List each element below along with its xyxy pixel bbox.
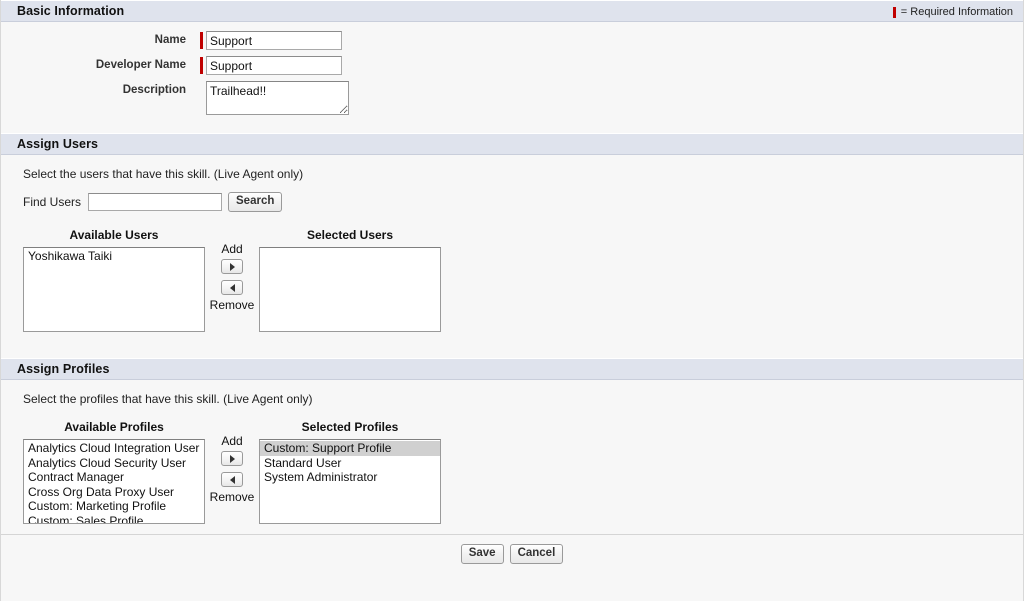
selected-profiles-column: Selected Profiles Custom: Support Profil…	[259, 420, 441, 524]
required-marker-icon-developer-name	[200, 57, 203, 74]
find-users-row: Find Users Search	[23, 192, 1023, 212]
find-users-label: Find Users	[23, 195, 82, 209]
list-option[interactable]: Yoshikawa Taiki	[24, 249, 204, 264]
name-input[interactable]	[206, 31, 342, 50]
available-users-column: Available Users Yoshikawa Taiki	[23, 228, 205, 332]
section-title-basic-information: Basic Information	[17, 4, 125, 18]
selected-users-title: Selected Users	[306, 228, 394, 242]
developer-name-input[interactable]	[206, 56, 342, 75]
save-button[interactable]: Save	[460, 544, 504, 564]
assign-profiles-hint: Select the profiles that have this skill…	[23, 392, 313, 406]
section-title-assign-profiles: Assign Profiles	[17, 362, 110, 376]
arrow-left-icon	[229, 283, 235, 292]
arrow-right-icon	[229, 262, 235, 271]
profiles-dual-listbox: Available Profiles Analytics Cloud Integ…	[23, 420, 1023, 524]
available-users-title: Available Users	[69, 228, 159, 242]
form-footer: Save Cancel	[1, 534, 1023, 573]
selected-profiles-listbox[interactable]: Custom: Support Profile Standard User Syst…	[259, 439, 441, 524]
add-users-button[interactable]	[221, 259, 243, 274]
form-row-name: Name	[1, 31, 1023, 50]
field-wrap-developer-name	[200, 56, 342, 75]
section-title-assign-users: Assign Users	[17, 137, 99, 151]
label-developer-name: Developer Name	[95, 59, 186, 71]
add-users-label: Add	[221, 242, 243, 256]
selected-users-listbox[interactable]	[259, 247, 441, 332]
available-users-listbox[interactable]: Yoshikawa Taiki	[23, 247, 205, 332]
search-button[interactable]: Search	[228, 192, 283, 212]
selected-profiles-title: Selected Profiles	[301, 420, 399, 434]
section-header-assign-users: Assign Users	[1, 133, 1023, 155]
label-name: Name	[154, 34, 186, 46]
add-profiles-button[interactable]	[221, 451, 243, 466]
remove-users-label: Remove	[209, 298, 255, 312]
remove-profiles-button[interactable]	[221, 472, 243, 487]
section-body-basic-information: Name Developer Name Description Trailhea…	[1, 22, 1023, 133]
remove-profiles-label: Remove	[209, 490, 255, 504]
field-wrap-name	[200, 31, 342, 50]
arrow-right-icon	[229, 454, 235, 463]
list-option[interactable]: Analytics Cloud Integration User	[24, 441, 204, 456]
list-option[interactable]: Custom: Support Profile	[260, 441, 440, 456]
list-option[interactable]: Custom: Marketing Profile	[24, 499, 204, 514]
description-textarea[interactable]: Trailhead!!	[206, 81, 349, 115]
required-legend-label: = Required Information	[900, 6, 1013, 18]
available-profiles-listbox[interactable]: Analytics Cloud Integration User Analytic…	[23, 439, 205, 524]
required-information-legend: = Required Information	[892, 1, 1013, 23]
available-profiles-title: Available Profiles	[64, 420, 164, 434]
list-option[interactable]: System Administrator	[260, 470, 440, 485]
available-profiles-column: Available Profiles Analytics Cloud Integ…	[23, 420, 205, 524]
section-header-assign-profiles: Assign Profiles	[1, 358, 1023, 380]
list-option[interactable]: Contract Manager	[24, 470, 204, 485]
section-header-basic-information: Basic Information = Required Information	[1, 0, 1023, 22]
list-option[interactable]: Custom: Sales Profile	[24, 514, 204, 524]
users-transfer-controls: Add Remove	[205, 228, 259, 312]
list-option[interactable]: Standard User	[260, 456, 440, 471]
section-body-assign-profiles: Select the profiles that have this skill…	[1, 380, 1023, 534]
section-body-assign-users: Select the users that have this skill. (…	[1, 155, 1023, 358]
form-row-description: Description Trailhead!!	[1, 81, 1023, 115]
list-option[interactable]: Analytics Cloud Security User	[24, 456, 204, 471]
required-marker-icon-name	[200, 32, 203, 49]
required-marker-icon	[892, 6, 896, 18]
remove-users-button[interactable]	[221, 280, 243, 295]
label-description: Description	[122, 84, 186, 96]
cancel-button[interactable]: Cancel	[509, 544, 564, 564]
add-profiles-label: Add	[221, 434, 243, 448]
arrow-left-icon	[229, 475, 235, 484]
form-row-developer-name: Developer Name	[1, 56, 1023, 75]
selected-users-column: Selected Users	[259, 228, 441, 332]
users-dual-listbox: Available Users Yoshikawa Taiki Add Remo…	[23, 228, 1023, 332]
assign-users-hint: Select the users that have this skill. (…	[23, 167, 304, 181]
profiles-transfer-controls: Add Remove	[205, 420, 259, 504]
skill-edit-page: Basic Information = Required Information…	[0, 0, 1024, 601]
find-users-input[interactable]	[88, 193, 223, 211]
list-option[interactable]: Cross Org Data Proxy User	[24, 485, 204, 500]
field-wrap-description: Trailhead!!	[200, 81, 349, 115]
